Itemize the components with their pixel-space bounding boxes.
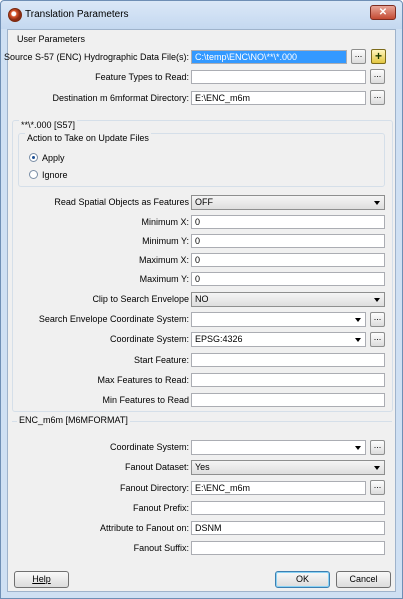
clip-envelope-dropdown[interactable]: NO bbox=[191, 292, 385, 307]
chevron-down-icon bbox=[355, 338, 361, 342]
read-spatial-value: OFF bbox=[195, 197, 213, 207]
add-source-button[interactable]: + bbox=[371, 49, 386, 64]
destination-label: Destination m 6mformat Directory: bbox=[52, 93, 189, 103]
coordinate-system-browse-button[interactable]: ... bbox=[370, 332, 385, 347]
fanout-prefix-label: Fanout Prefix: bbox=[132, 503, 189, 513]
max-x-label: Maximum X: bbox=[138, 255, 189, 265]
max-features-label: Max Features to Read: bbox=[97, 375, 189, 385]
m6m-cs-dropdown[interactable] bbox=[191, 440, 366, 455]
fanout-directory-field[interactable]: E:\ENC_m6m bbox=[191, 481, 366, 495]
destination-field[interactable]: E:\ENC_m6m bbox=[191, 91, 366, 105]
coordinate-system-value: EPSG:4326 bbox=[195, 334, 243, 344]
chevron-down-icon bbox=[374, 466, 380, 470]
min-y-field[interactable]: 0 bbox=[191, 234, 385, 248]
attribute-fanout-field[interactable]: DSNM bbox=[191, 521, 385, 535]
max-x-field[interactable]: 0 bbox=[191, 253, 385, 267]
min-x-label: Minimum X: bbox=[141, 217, 189, 227]
min-y-label: Minimum Y: bbox=[142, 236, 189, 246]
fanout-prefix-field[interactable] bbox=[191, 501, 385, 515]
help-label: Help bbox=[32, 574, 51, 584]
feature-types-label: Feature Types to Read: bbox=[95, 72, 189, 82]
fanout-suffix-label: Fanout Suffix: bbox=[133, 543, 189, 553]
window-title: Translation Parameters bbox=[25, 9, 129, 20]
fanout-dataset-dropdown[interactable]: Yes bbox=[191, 460, 385, 475]
update-action-group: Action to Take on Update Files bbox=[18, 133, 385, 187]
chevron-down-icon bbox=[355, 318, 361, 322]
s57-reader-label: **\*.000 [S57] bbox=[19, 120, 78, 130]
coordinate-system-label: Coordinate System: bbox=[109, 334, 189, 344]
translation-parameters-window: Translation Parameters ✕ User Parameters… bbox=[0, 0, 403, 599]
apply-radio[interactable] bbox=[29, 153, 38, 162]
start-feature-field[interactable] bbox=[191, 353, 385, 367]
chevron-down-icon bbox=[374, 201, 380, 205]
help-button[interactable]: Help bbox=[14, 571, 69, 588]
envelope-cs-browse-button[interactable]: ... bbox=[370, 312, 385, 327]
feature-types-field[interactable] bbox=[191, 70, 366, 84]
m6m-writer-label: ENC_m6m [M6MFORMAT] bbox=[17, 415, 130, 425]
fanout-suffix-field[interactable] bbox=[191, 541, 385, 555]
clip-envelope-label: Clip to Search Envelope bbox=[92, 294, 189, 304]
title-bar[interactable]: Translation Parameters ✕ bbox=[1, 1, 402, 29]
read-spatial-dropdown[interactable]: OFF bbox=[191, 195, 385, 210]
source-data-field[interactable]: C:\temp\ENC\NO\**\*.000 bbox=[191, 50, 347, 64]
min-features-label: Min Features to Read bbox=[102, 395, 189, 405]
min-features-field[interactable] bbox=[191, 393, 385, 407]
m6m-cs-browse-button[interactable]: ... bbox=[370, 440, 385, 455]
update-action-label: Action to Take on Update Files bbox=[25, 133, 151, 143]
destination-browse-button[interactable]: ... bbox=[370, 90, 385, 105]
max-y-field[interactable]: 0 bbox=[191, 272, 385, 286]
apply-label: Apply bbox=[42, 153, 65, 163]
fanout-directory-browse-button[interactable]: ... bbox=[370, 480, 385, 495]
user-parameters-label: User Parameters bbox=[15, 34, 88, 44]
dialog-client: User Parameters Source S-57 (ENC) Hydrog… bbox=[3, 29, 396, 592]
fme-app-icon bbox=[8, 8, 22, 22]
fanout-dataset-label: Fanout Dataset: bbox=[124, 462, 189, 472]
close-button[interactable]: ✕ bbox=[370, 5, 396, 20]
clip-envelope-value: NO bbox=[195, 294, 209, 304]
ignore-radio[interactable] bbox=[29, 170, 38, 179]
fanout-directory-label: Fanout Directory: bbox=[119, 483, 189, 493]
min-x-field[interactable]: 0 bbox=[191, 215, 385, 229]
cancel-button[interactable]: Cancel bbox=[336, 571, 391, 588]
m6m-cs-label: Coordinate System: bbox=[109, 442, 189, 452]
coordinate-system-dropdown[interactable]: EPSG:4326 bbox=[191, 332, 366, 347]
chevron-down-icon bbox=[355, 446, 361, 450]
feature-types-browse-button[interactable]: ... bbox=[370, 69, 385, 84]
attribute-fanout-label: Attribute to Fanout on: bbox=[99, 523, 189, 533]
max-features-field[interactable] bbox=[191, 373, 385, 387]
start-feature-label: Start Feature: bbox=[133, 355, 189, 365]
ok-button[interactable]: OK bbox=[275, 571, 330, 588]
source-browse-button[interactable]: ... bbox=[351, 49, 366, 64]
envelope-cs-dropdown[interactable] bbox=[191, 312, 366, 327]
ignore-label: Ignore bbox=[42, 170, 68, 180]
chevron-down-icon bbox=[374, 298, 380, 302]
source-label: Source S-57 (ENC) Hydrographic Data File… bbox=[3, 52, 189, 62]
max-y-label: Maximum Y: bbox=[139, 274, 189, 284]
fanout-dataset-value: Yes bbox=[195, 462, 210, 472]
read-spatial-label: Read Spatial Objects as Features bbox=[54, 197, 189, 207]
envelope-cs-label: Search Envelope Coordinate System: bbox=[38, 314, 189, 324]
